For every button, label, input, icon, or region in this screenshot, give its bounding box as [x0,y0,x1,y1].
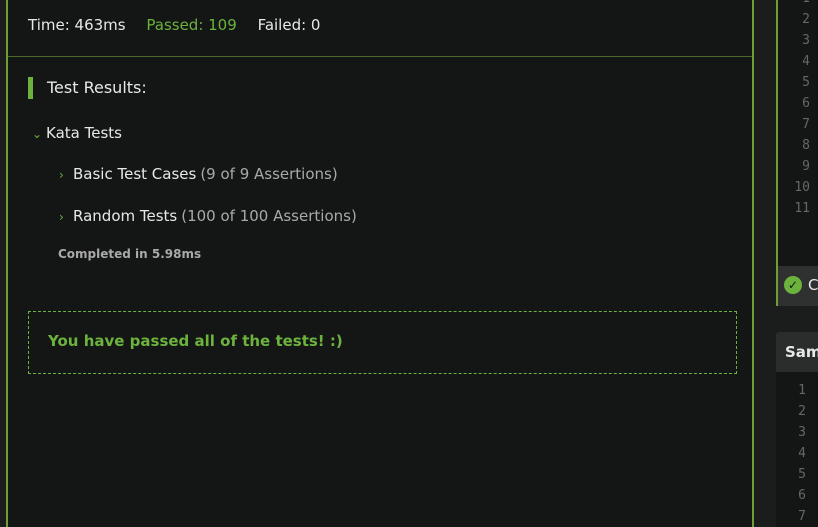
chevron-right-icon[interactable]: › [59,168,73,182]
line-number: 5 [798,467,806,482]
test-output-panel: Time: 463ms Passed: 109 Failed: 0 Test R… [6,0,754,527]
pass-message: You have passed all of the tests! :) [48,332,343,350]
line-number: 2 [798,404,806,419]
status-strip-label: C [808,276,818,294]
pass-message-box: You have passed all of the tests! :) [28,311,737,374]
summary-divider [8,56,752,57]
line-number: 4 [798,446,806,461]
line-number: 5 [802,75,810,90]
line-number: 1 [798,383,806,398]
sample-tests-editor[interactable]: 1 2 3 4 5 6 7 [776,372,818,527]
solution-editor[interactable]: 1 2 3 4 5 6 7 8 9 10 11 [776,0,818,306]
sample-tests-header[interactable]: Samp [776,332,818,372]
line-number: 11 [794,201,810,216]
check-circle-icon: ✓ [784,276,802,294]
chevron-down-icon[interactable]: ⌄ [32,127,46,141]
line-number: 7 [802,117,810,132]
case-label: Random Tests [73,207,178,225]
summary-bar: Time: 463ms Passed: 109 Failed: 0 [28,16,336,34]
line-number: 6 [802,96,810,111]
line-number: 4 [802,54,810,69]
test-group-kata-tests[interactable]: ⌄ Kata Tests [32,124,122,142]
completed-time: Completed in 5.98ms [58,247,202,261]
sample-tests-title: Samp [785,343,818,361]
line-number: 6 [798,488,806,503]
line-number: 8 [802,138,810,153]
line-number: 3 [798,425,806,440]
failed-count: Failed: 0 [257,16,321,34]
app-window: Time: 463ms Passed: 109 Failed: 0 Test R… [0,0,818,527]
case-assertions: (100 of 100 Assertions) [181,207,357,225]
line-number: 7 [798,509,806,524]
test-case-random[interactable]: › Random Tests (100 of 100 Assertions) [59,207,357,225]
line-number: 2 [802,12,810,27]
line-number-gutter: 1 2 3 4 5 6 7 [776,380,806,527]
time-label: Time: 463ms [28,16,126,34]
line-number: 3 [802,33,810,48]
test-case-basic[interactable]: › Basic Test Cases (9 of 9 Assertions) [59,165,338,183]
line-number: 1 [780,0,810,9]
line-number: 10 [794,180,810,195]
chevron-right-icon[interactable]: › [59,210,73,224]
case-assertions: (9 of 9 Assertions) [200,165,338,183]
group-label: Kata Tests [46,124,122,142]
line-number: 9 [802,159,810,174]
line-number-gutter: 1 2 3 4 5 6 7 8 9 10 11 [780,0,810,219]
status-strip[interactable]: ✓ C [776,266,818,306]
case-label: Basic Test Cases [73,165,197,183]
passed-count: Passed: 109 [146,16,237,34]
results-heading: Test Results: [28,77,147,99]
